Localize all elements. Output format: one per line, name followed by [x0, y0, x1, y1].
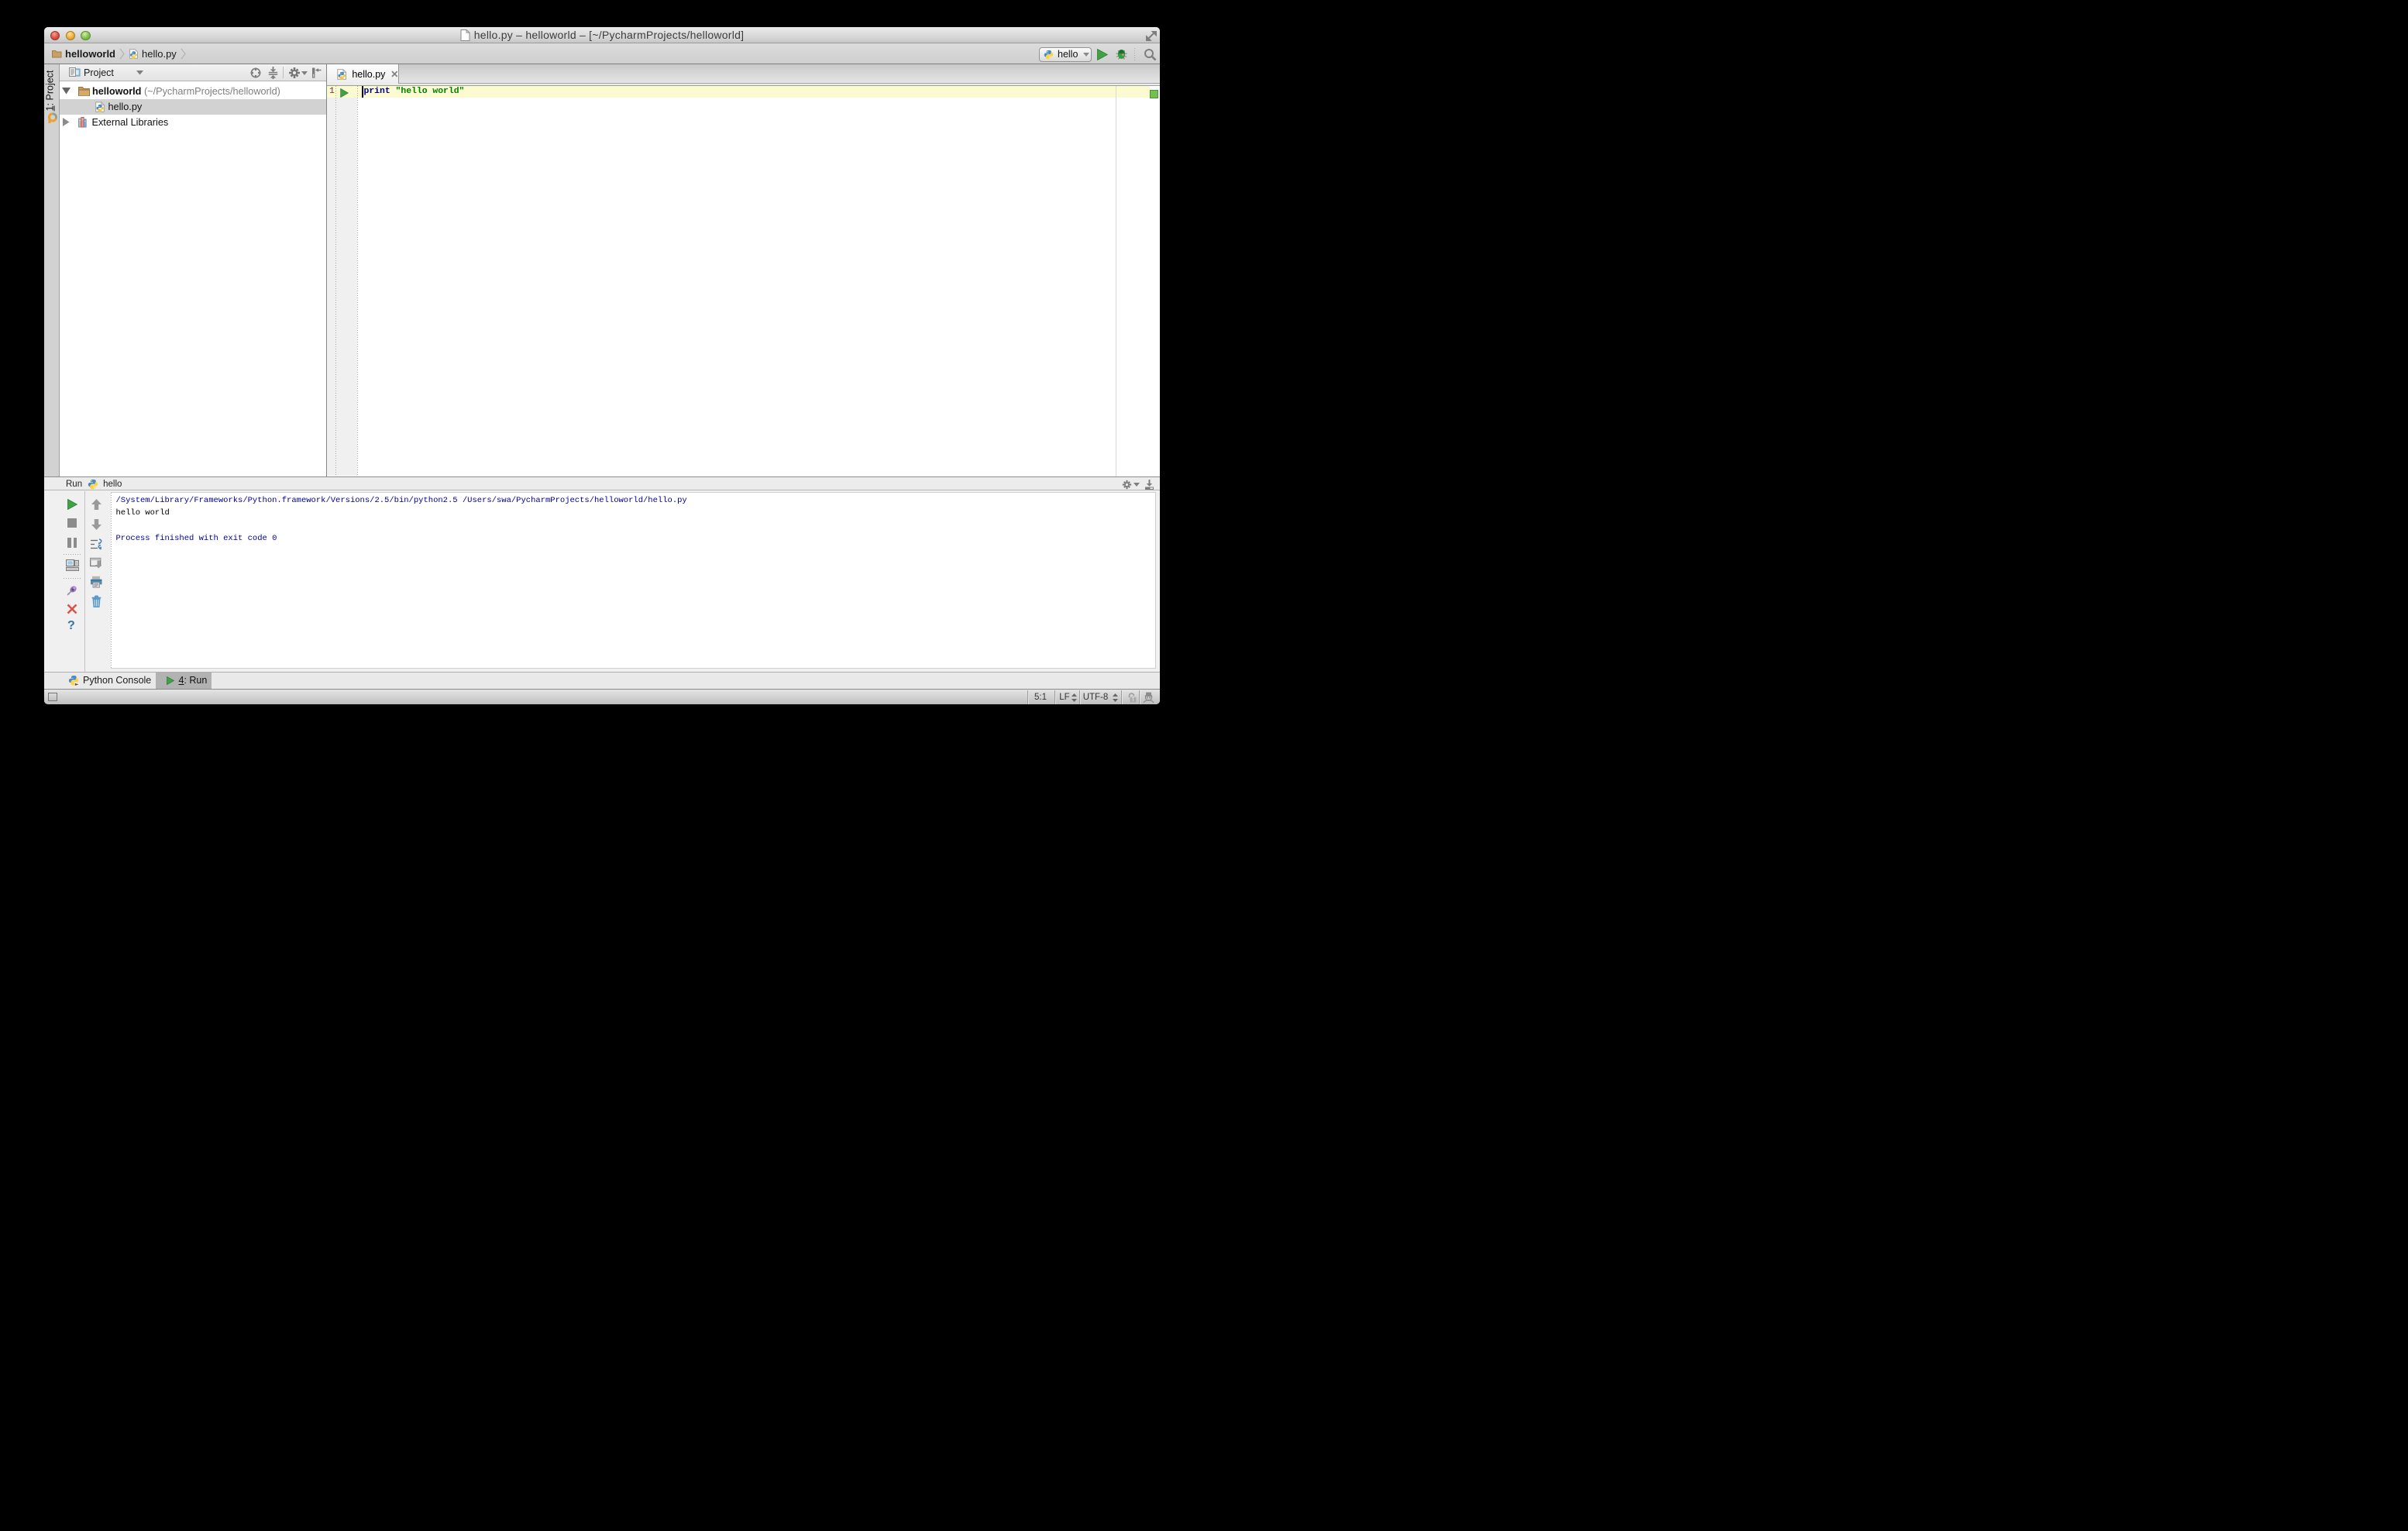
svg-text:T: T: [1132, 698, 1135, 703]
